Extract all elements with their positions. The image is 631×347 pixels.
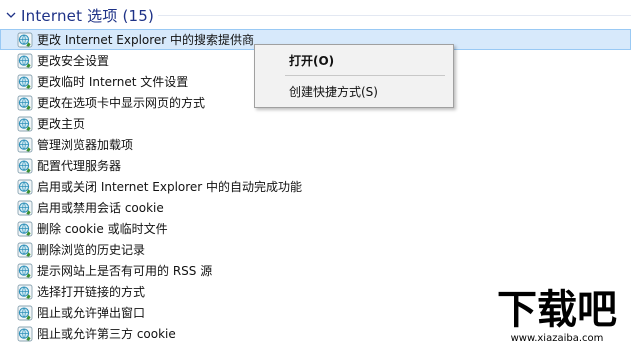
internet-options-icon: [17, 179, 33, 194]
menu-item-create-shortcut[interactable]: 创建快捷方式(S): [257, 80, 451, 102]
internet-options-icon: [17, 116, 33, 131]
group-title: Internet 选项 (15): [21, 6, 155, 25]
group-header[interactable]: Internet 选项 (15): [4, 4, 154, 26]
list-item[interactable]: 更改主页: [0, 113, 631, 134]
group-divider: [158, 15, 631, 16]
list-item-label: 阻止或允许第三方 cookie: [37, 327, 176, 341]
list-item-label: 选择打开链接的方式: [37, 285, 146, 299]
internet-options-icon: [17, 305, 33, 320]
internet-options-icon: [17, 263, 33, 278]
internet-options-icon: [17, 95, 33, 110]
internet-options-icon: [17, 284, 33, 299]
list-item-label: 启用或关闭 Internet Explorer 中的自动完成功能: [37, 180, 303, 194]
list-item[interactable]: 启用或关闭 Internet Explorer 中的自动完成功能: [0, 176, 631, 197]
watermark-url: www.xiazaiba.com: [511, 333, 604, 344]
internet-options-icon: [17, 221, 33, 236]
list-item-label: 管理浏览器加载项: [37, 138, 134, 152]
watermark-logo: 下载吧 www.xiazaiba.com: [496, 286, 619, 346]
internet-options-icon: [17, 74, 33, 89]
list-item-label: 删除浏览的历史记录: [37, 243, 146, 257]
list-item-label: 删除 cookie 或临时文件: [37, 222, 168, 236]
list-item-label: 配置代理服务器: [37, 159, 122, 173]
list-item-label: 更改主页: [37, 117, 86, 131]
list-item-label: 启用或禁用会话 cookie: [37, 201, 164, 215]
menu-separator: [285, 75, 445, 76]
internet-options-icon: [17, 242, 33, 257]
list-item[interactable]: 启用或禁用会话 cookie: [0, 197, 631, 218]
list-item[interactable]: 管理浏览器加载项: [0, 134, 631, 155]
internet-options-icon: [17, 32, 33, 47]
list-item[interactable]: 删除 cookie 或临时文件: [0, 218, 631, 239]
list-item[interactable]: 配置代理服务器: [0, 155, 631, 176]
chevron-down-icon: [4, 8, 18, 22]
list-item[interactable]: 提示网站上是否有可用的 RSS 源: [0, 260, 631, 281]
context-menu: 打开(O) 创建快捷方式(S): [254, 44, 454, 108]
internet-options-icon: [17, 137, 33, 152]
list-item-label: 更改安全设置: [37, 54, 110, 68]
menu-item-open[interactable]: 打开(O): [257, 49, 451, 71]
list-item-label: 更改在选项卡中显示网页的方式: [37, 96, 206, 110]
watermark-brand: 下载吧: [497, 287, 617, 333]
internet-options-icon: [17, 326, 33, 341]
list-item-label: 提示网站上是否有可用的 RSS 源: [37, 264, 213, 278]
list-item-label: 更改临时 Internet 文件设置: [37, 75, 189, 89]
list-item[interactable]: 删除浏览的历史记录: [0, 239, 631, 260]
internet-options-icon: [17, 200, 33, 215]
list-item-label: 阻止或允许弹出窗口: [37, 306, 146, 320]
list-item-label: 更改 Internet Explorer 中的搜索提供商: [37, 33, 255, 47]
internet-options-icon: [17, 53, 33, 68]
internet-options-icon: [17, 158, 33, 173]
